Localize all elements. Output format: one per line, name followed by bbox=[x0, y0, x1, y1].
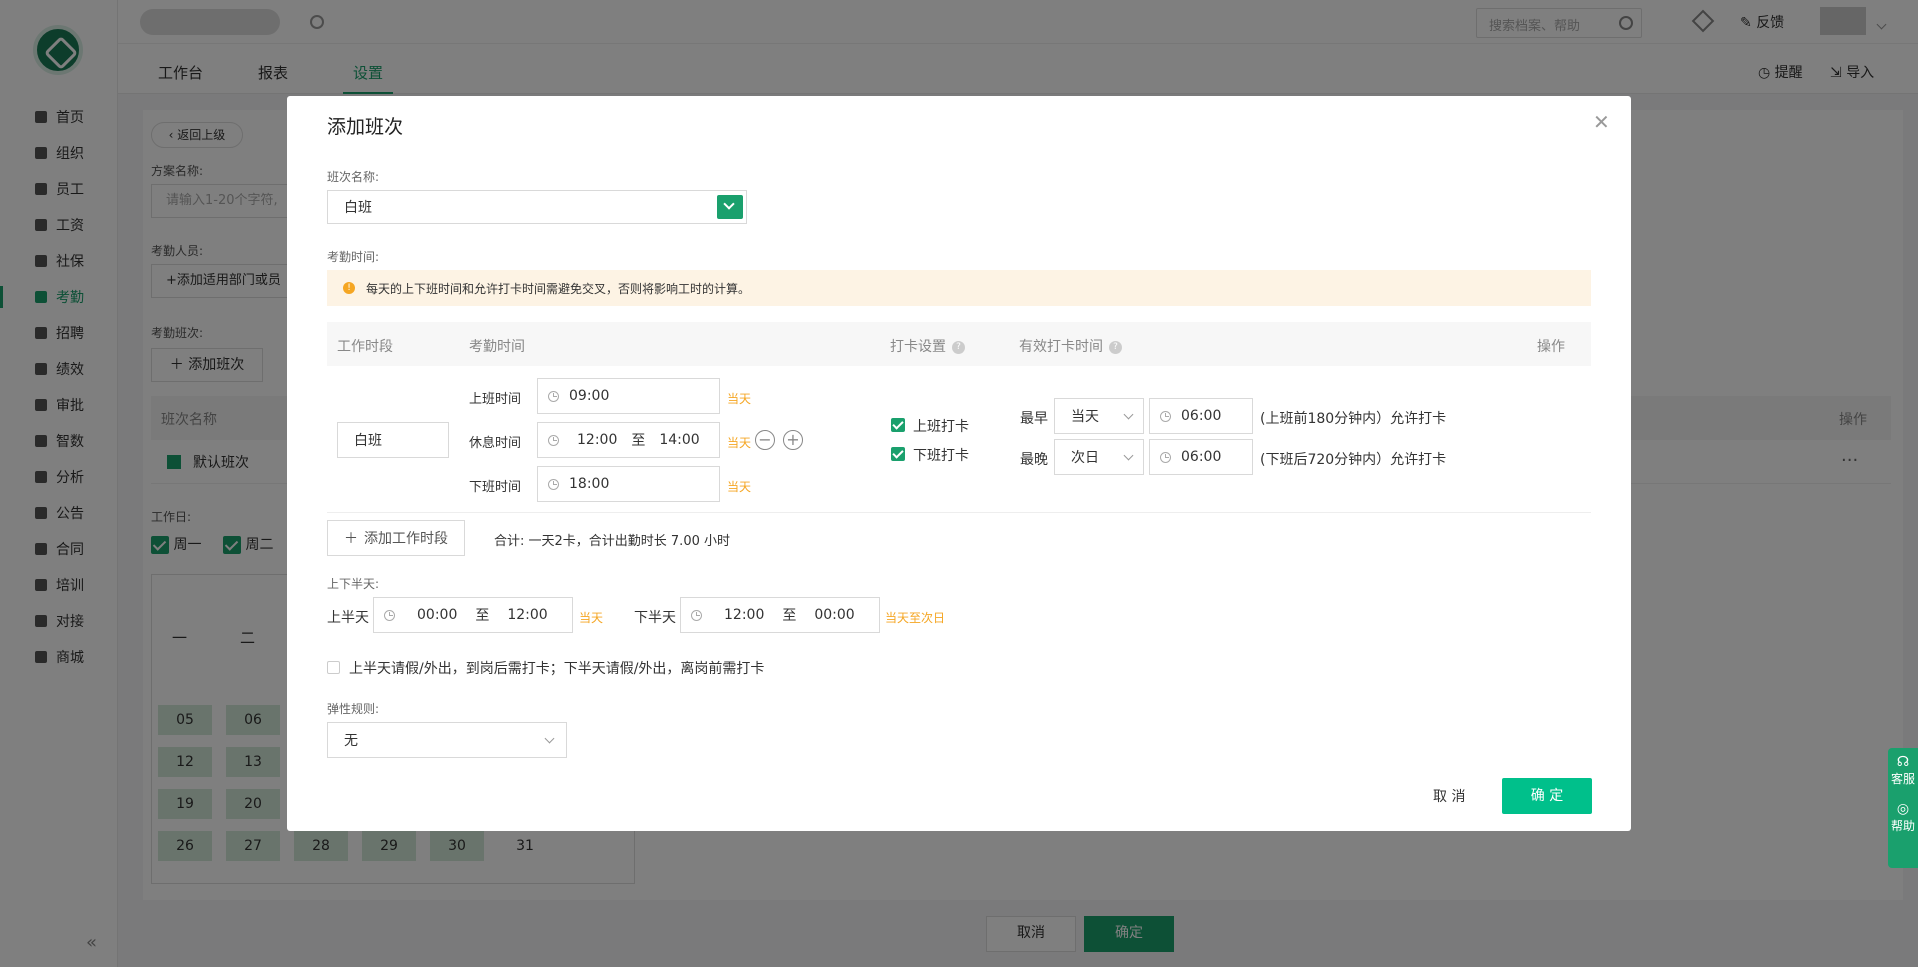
plus-icon: ＋ bbox=[344, 531, 358, 547]
clock-icon bbox=[1160, 410, 1171, 422]
off-time-input[interactable]: 18:00 bbox=[537, 466, 720, 502]
chevron-down-icon bbox=[723, 198, 735, 210]
second-half-day: 当天至次日 bbox=[885, 611, 946, 625]
on-time-day: 当天 bbox=[727, 392, 752, 406]
latest-time-value: 06:00 bbox=[1181, 449, 1222, 465]
earliest-label: 最早 bbox=[1020, 411, 1048, 427]
close-icon[interactable]: ✕ bbox=[1593, 112, 1610, 132]
clock-icon bbox=[384, 609, 395, 621]
first-half-range[interactable]: 00:00 至 12:00 bbox=[373, 597, 573, 633]
flex-rule-value: 无 bbox=[344, 733, 358, 749]
add-break-button[interactable]: + bbox=[783, 430, 803, 450]
valid-header: 有效打卡时间? bbox=[1019, 336, 1122, 356]
clock-icon bbox=[548, 478, 559, 490]
break-time-input[interactable]: 12:00 至 14:00 bbox=[537, 422, 720, 458]
compass-icon: ◎ bbox=[1896, 801, 1910, 817]
latest-day-value: 次日 bbox=[1071, 450, 1099, 466]
time-header: 考勤时间 bbox=[469, 339, 525, 355]
add-period-label: 添加工作时段 bbox=[364, 531, 448, 547]
op-header: 操作 bbox=[1537, 339, 1565, 355]
punch-header: 打卡设置? bbox=[890, 336, 965, 356]
valid-header-label: 有效打卡时间 bbox=[1019, 339, 1103, 355]
time-label: 考勤时间: bbox=[327, 250, 380, 264]
first-half-day: 当天 bbox=[579, 611, 604, 625]
modal-ok-button[interactable]: 确 定 bbox=[1502, 778, 1592, 814]
off-time-value: 18:00 bbox=[569, 476, 610, 492]
earliest-day-select[interactable]: 当天 bbox=[1054, 398, 1144, 434]
second-half-range[interactable]: 12:00 至 00:00 bbox=[680, 597, 880, 633]
question-icon[interactable]: ? bbox=[952, 340, 965, 354]
second-half-label: 下半天 bbox=[634, 610, 676, 626]
add-shift-modal: 添加班次 ✕ 班次名称: 白班 考勤时间: ! 每天的上下班时间和允许打卡时间需… bbox=[287, 96, 1631, 831]
clock-icon bbox=[1160, 451, 1171, 463]
side-widget: ☊ 客服 ◎ 帮助 bbox=[1888, 748, 1918, 868]
second-half-to: 至 bbox=[782, 608, 797, 624]
service-label: 客服 bbox=[1890, 772, 1915, 786]
clock-icon bbox=[691, 609, 702, 621]
leave-rule-label: 上半天请假/外出，到岗后需打卡；下半天请假/外出，离岗前需打卡 bbox=[349, 661, 765, 677]
punch-off-label: 下班打卡 bbox=[913, 448, 969, 464]
first-half-to: 至 bbox=[475, 608, 490, 624]
flex-rule-select[interactable]: 无 bbox=[327, 722, 567, 758]
punch-off-checkbox[interactable] bbox=[891, 447, 905, 461]
period-name-value: 白班 bbox=[354, 433, 382, 449]
punch-on-label: 上班打卡 bbox=[913, 419, 969, 435]
break-time-label: 休息时间 bbox=[469, 436, 522, 451]
clock-icon bbox=[548, 390, 559, 402]
period-table-header: 工作时段 考勤时间 打卡设置? 有效打卡时间? 操作 bbox=[327, 322, 1591, 366]
shift-name-field[interactable]: 白班 bbox=[327, 190, 747, 224]
remove-break-button[interactable]: − bbox=[755, 430, 775, 450]
modal-title: 添加班次 bbox=[327, 116, 404, 138]
latest-day-select[interactable]: 次日 bbox=[1054, 439, 1144, 475]
latest-note: (下班后720分钟内）允许打卡 bbox=[1260, 452, 1447, 468]
off-time-day: 当天 bbox=[727, 480, 752, 494]
punch-on-checkbox[interactable] bbox=[891, 418, 905, 432]
chevron-down-icon bbox=[1123, 409, 1134, 420]
color-picker-button[interactable] bbox=[717, 195, 743, 219]
shift-name-value: 白班 bbox=[344, 200, 372, 216]
first-half-end: 12:00 bbox=[507, 607, 548, 623]
shift-name-label: 班次名称: bbox=[327, 170, 380, 184]
warning-banner: ! 每天的上下班时间和允许打卡时间需避免交叉，否则将影响工时的计算。 bbox=[327, 270, 1591, 306]
break-end: 14:00 bbox=[659, 432, 700, 448]
latest-label: 最晚 bbox=[1020, 452, 1048, 468]
leave-rule-checkbox[interactable] bbox=[327, 661, 340, 674]
period-name-input[interactable]: 白班 bbox=[337, 422, 449, 458]
add-period-button[interactable]: ＋ 添加工作时段 bbox=[327, 520, 465, 556]
info-icon: ! bbox=[343, 282, 355, 294]
total-summary: 合计: 一天2卡，合计出勤时长 7.00 小时 bbox=[494, 534, 730, 549]
period-divider bbox=[327, 512, 1591, 513]
second-half-start: 12:00 bbox=[724, 607, 765, 623]
modal-cancel-button[interactable]: 取 消 bbox=[1433, 786, 1465, 806]
break-start: 12:00 bbox=[577, 432, 618, 448]
earliest-day-value: 当天 bbox=[1071, 409, 1099, 425]
chevron-down-icon bbox=[544, 733, 555, 744]
off-time-label: 下班时间 bbox=[469, 480, 522, 495]
help-label: 帮助 bbox=[1890, 819, 1915, 833]
clock-icon bbox=[548, 434, 559, 446]
latest-time-input[interactable]: 06:00 bbox=[1149, 439, 1253, 475]
second-half-end: 00:00 bbox=[814, 607, 855, 623]
break-time-day: 当天 bbox=[727, 436, 752, 450]
first-half-start: 00:00 bbox=[417, 607, 458, 623]
first-half-label: 上半天 bbox=[327, 610, 369, 626]
break-to: 至 bbox=[631, 433, 646, 449]
flex-label: 弹性规则: bbox=[327, 702, 380, 716]
period-header: 工作时段 bbox=[337, 339, 393, 355]
earliest-note: (上班前180分钟内）允许打卡 bbox=[1260, 411, 1447, 427]
on-time-label: 上班时间 bbox=[469, 392, 522, 407]
warning-text: 每天的上下班时间和允许打卡时间需避免交叉，否则将影响工时的计算。 bbox=[366, 282, 751, 296]
headset-icon: ☊ bbox=[1896, 754, 1910, 770]
on-time-value: 09:00 bbox=[569, 388, 610, 404]
customer-service-button[interactable]: ☊ 客服 bbox=[1888, 748, 1918, 787]
punch-header-label: 打卡设置 bbox=[890, 339, 946, 355]
question-icon[interactable]: ? bbox=[1109, 340, 1122, 354]
help-button[interactable]: ◎ 帮助 bbox=[1888, 787, 1918, 834]
chevron-down-icon bbox=[1123, 450, 1134, 461]
modal-ok-label: 确 定 bbox=[1530, 788, 1564, 804]
halfday-label: 上下半天: bbox=[327, 577, 380, 591]
earliest-time-input[interactable]: 06:00 bbox=[1149, 398, 1253, 434]
earliest-time-value: 06:00 bbox=[1181, 408, 1222, 424]
on-time-input[interactable]: 09:00 bbox=[537, 378, 720, 414]
